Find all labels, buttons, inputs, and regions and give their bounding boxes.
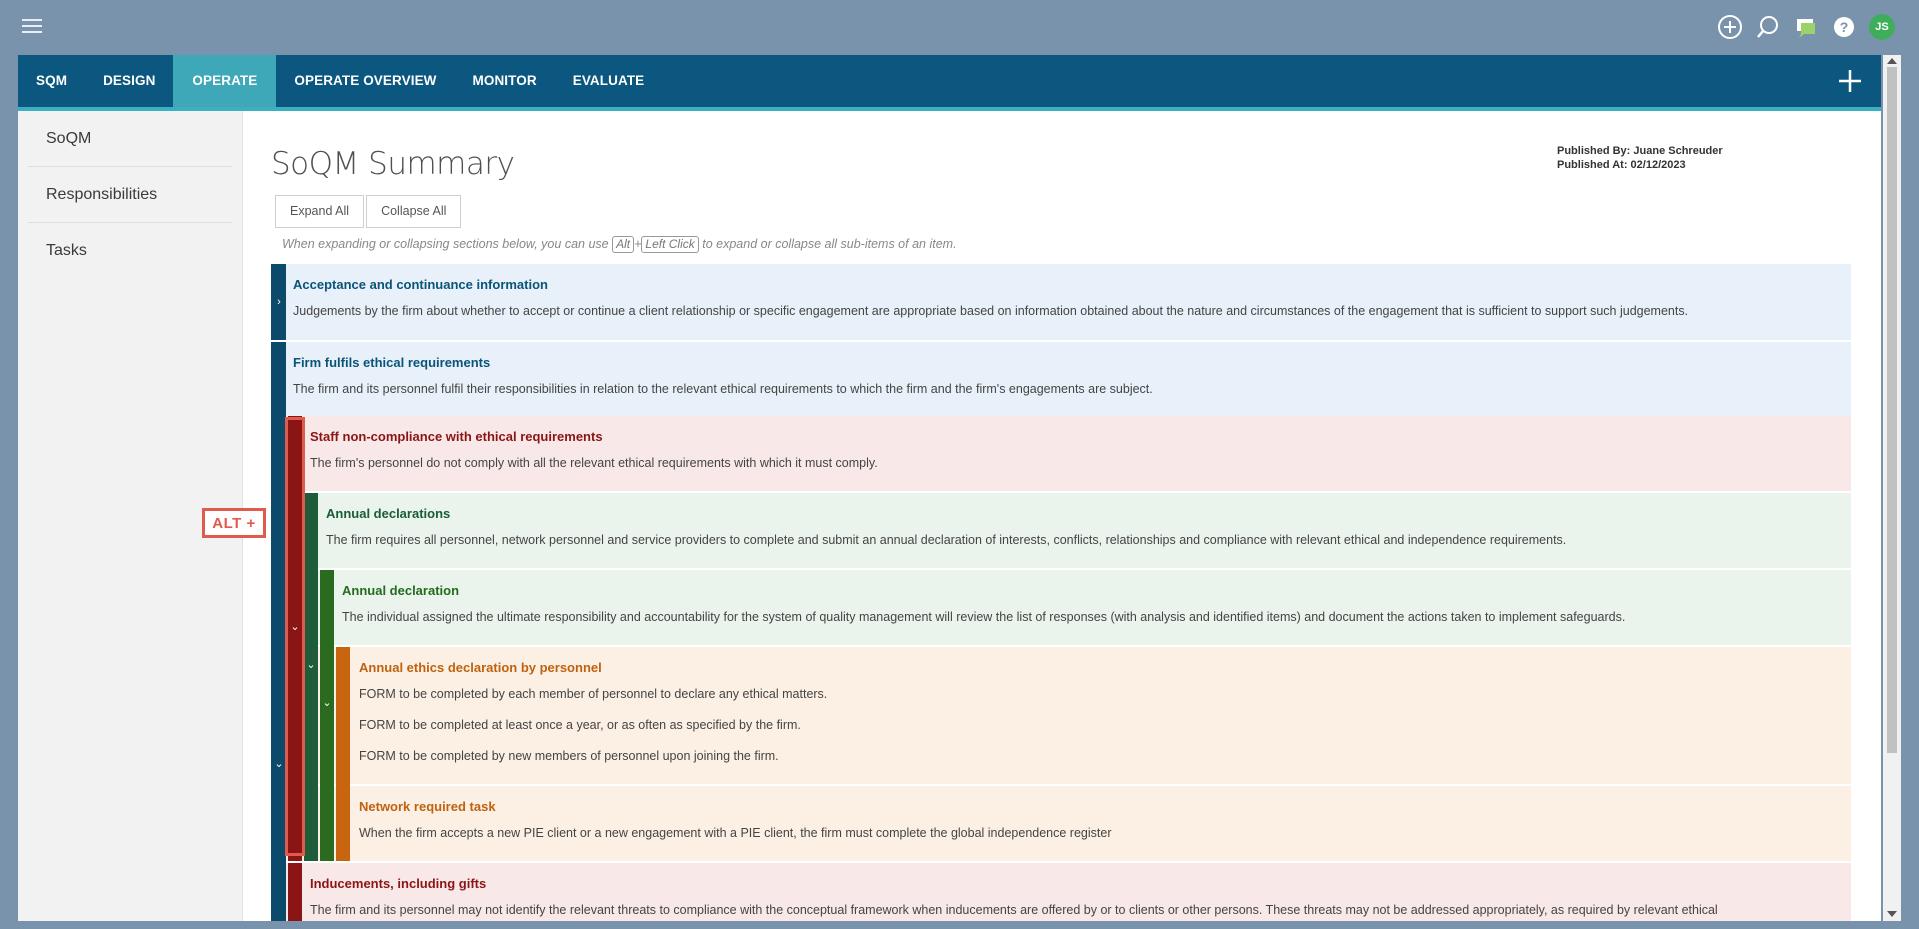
level-bar-5[interactable] (336, 647, 350, 861)
scroll-up-arrow-icon[interactable] (1887, 58, 1897, 64)
svg-text:?: ? (1840, 19, 1849, 35)
tree-item-annual-ethics-declaration[interactable]: Annual ethics declaration by personnel F… (271, 647, 1851, 784)
tree-item-desc: The firm requires all personnel, network… (326, 533, 1567, 547)
scrollbar[interactable] (1883, 55, 1901, 921)
content-area: SoQM Summary Published By: Juane Schreud… (244, 111, 1881, 921)
tree-item-title: Annual ethics declaration by personnel (359, 660, 602, 675)
level-bar-1[interactable] (271, 342, 286, 921)
tab-evaluate[interactable]: EVALUATE (555, 55, 663, 107)
search-icon[interactable] (1755, 14, 1781, 40)
tree-item-annual-declaration[interactable]: Annual declaration The individual assign… (271, 570, 1851, 645)
user-avatar[interactable]: JS (1869, 14, 1895, 40)
level-bar-3[interactable] (304, 493, 318, 861)
chevron-down-icon[interactable]: ⌄ (319, 697, 335, 709)
tree-item-acceptance[interactable]: Acceptance and continuance information J… (271, 264, 1851, 340)
collapse-all-button[interactable]: Collapse All (366, 195, 462, 228)
tree-item-title: Firm fulfils ethical requirements (293, 355, 491, 370)
sidebar-item-responsibilities[interactable]: Responsibilities (28, 167, 232, 223)
top-icons: ? JS (1717, 14, 1895, 40)
tree-item-desc: The individual assigned the ultimate res… (342, 610, 1626, 624)
top-bar: ? JS (0, 0, 1919, 54)
hamburger-menu-icon[interactable] (22, 19, 42, 33)
tree-item-desc: The firm and its personnel fulfil their … (293, 382, 1153, 396)
hint-plus: + (634, 237, 642, 251)
tab-sqm[interactable]: SQM (18, 55, 85, 107)
tree-item-desc: FORM to be completed by each member of p… (359, 687, 828, 701)
tree-item-title: Annual declaration (342, 583, 460, 598)
tree-item-desc: When the firm accepts a new PIE client o… (359, 826, 1112, 840)
tree-item-title: Staff non-compliance with ethical requir… (310, 429, 603, 444)
tab-design[interactable]: DESIGN (85, 55, 173, 107)
scroll-down-arrow-icon[interactable] (1887, 911, 1897, 917)
hint-before: When expanding or collapsing sections be… (282, 237, 609, 251)
tree-item-desc: Judgements by the firm about whether to … (293, 304, 1689, 318)
add-plus-icon[interactable] (1837, 68, 1863, 94)
alt-key: Alt (612, 236, 635, 253)
sidebar-item-tasks[interactable]: Tasks (28, 223, 232, 279)
expand-collapse-buttons: Expand All Collapse All (275, 195, 462, 228)
level-bar-4[interactable] (320, 570, 334, 861)
tree-item-title: Annual declarations (326, 506, 451, 521)
chevron-right-icon[interactable]: › (271, 296, 287, 308)
tree-item-ethical[interactable]: Firm fulfils ethical requirements The fi… (271, 342, 1851, 416)
scroll-thumb[interactable] (1887, 67, 1897, 753)
tree-item-annual-declarations[interactable]: Annual declarations The firm requires al… (271, 493, 1851, 568)
tree-item-title: Acceptance and continuance information (293, 277, 548, 292)
tree-item-staff-non-compliance[interactable]: Staff non-compliance with ethical requir… (271, 416, 1851, 491)
main-nav: SQM DESIGN OPERATE OPERATE OVERVIEW MONI… (18, 55, 1881, 107)
add-circle-icon[interactable] (1717, 14, 1743, 40)
tab-operate-overview[interactable]: OPERATE OVERVIEW (276, 55, 454, 107)
published-info: Published By: Juane Schreuder Published … (1557, 144, 1723, 172)
level-bar-2[interactable] (288, 863, 302, 921)
tree-item-inducements[interactable]: Inducements, including gifts The firm an… (271, 863, 1851, 921)
tree-item-title: Inducements, including gifts (310, 876, 487, 891)
tree-item-desc: The firm and its personnel may not ident… (310, 903, 1718, 917)
alt-click-highlight (285, 417, 305, 856)
published-at: Published At: 02/12/2023 (1557, 159, 1686, 171)
tab-monitor[interactable]: MONITOR (455, 55, 555, 107)
page-title: SoQM Summary (271, 146, 515, 182)
published-by: Published By: Juane Schreuder (1557, 145, 1723, 157)
tree-item-desc: FORM to be completed at least once a yea… (359, 718, 801, 732)
help-icon[interactable]: ? (1831, 14, 1857, 40)
hint-text: When expanding or collapsing sections be… (282, 236, 957, 253)
tree-item-desc: The firm's personnel do not comply with … (310, 456, 878, 470)
expand-all-button[interactable]: Expand All (275, 195, 365, 228)
left-click-key: Left Click (641, 236, 699, 253)
tree-item-title: Network required task (359, 799, 496, 814)
tree-item-desc: FORM to be completed by new members of p… (359, 749, 779, 763)
hint-after: to expand or collapse all sub-items of a… (702, 237, 957, 251)
tab-operate[interactable]: OPERATE (173, 55, 277, 107)
sidebar-item-soqm[interactable]: SoQM (28, 111, 232, 167)
chevron-down-icon[interactable]: ⌄ (303, 659, 319, 671)
chat-icon[interactable] (1793, 14, 1819, 40)
tree-item-network-required-task[interactable]: Network required task When the firm acce… (271, 786, 1851, 861)
alt-badge: ALT + (202, 508, 266, 538)
